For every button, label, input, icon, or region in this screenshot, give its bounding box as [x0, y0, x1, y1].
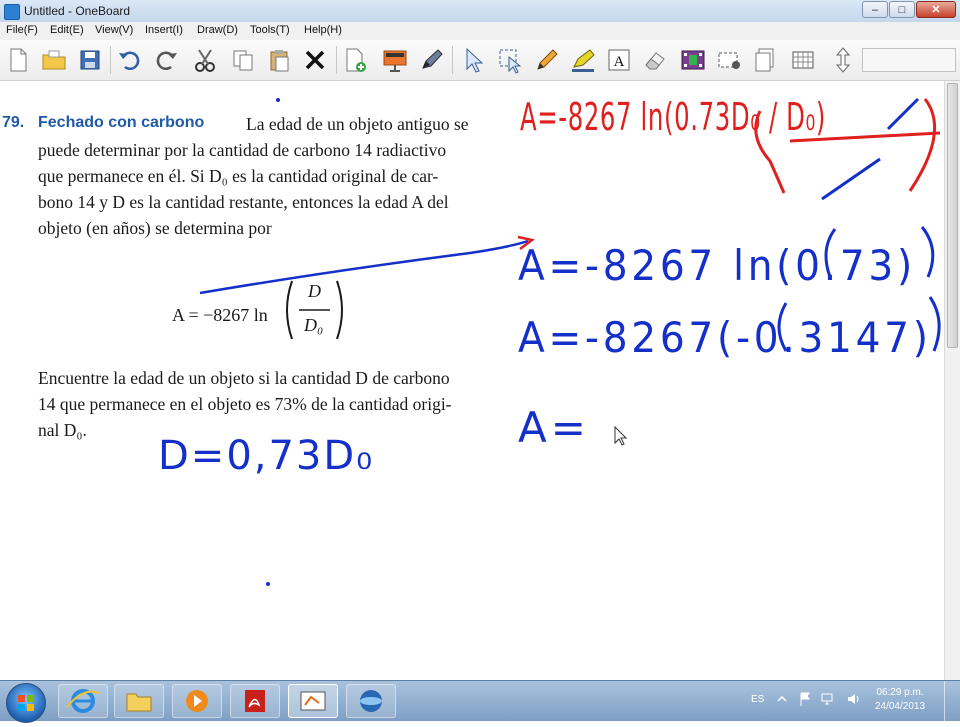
menu-edit[interactable]: Edit(E) — [50, 24, 84, 36]
pdf-reader-icon[interactable] — [230, 684, 280, 718]
delete-icon[interactable] — [300, 45, 330, 75]
grid-icon[interactable] — [788, 45, 818, 75]
vertical-scrollbar[interactable] — [944, 81, 960, 680]
redo-icon[interactable] — [152, 45, 182, 75]
file-explorer-icon[interactable] — [114, 684, 164, 718]
screen-capture-icon[interactable] — [714, 45, 744, 75]
oneboard-taskbar-icon[interactable] — [288, 684, 338, 718]
ink-dot — [276, 98, 280, 102]
action-center-flag-icon — [800, 692, 810, 706]
media-player-icon[interactable] — [172, 684, 222, 718]
taskbar: ES 06:29 p.m. 24/04/2013 — [0, 680, 960, 723]
close-button[interactable]: ✕ — [916, 1, 956, 18]
window-title: Untitled - OneBoard — [24, 4, 131, 18]
svg-text:A: A — [614, 54, 625, 70]
new-page-icon[interactable] — [3, 45, 33, 75]
volume-icon — [848, 694, 859, 704]
network-icon — [821, 693, 833, 705]
eraser-icon[interactable] — [640, 45, 670, 75]
text-icon[interactable]: A — [604, 45, 634, 75]
minimize-button[interactable]: – — [862, 1, 888, 18]
app-globe-icon[interactable] — [346, 684, 396, 718]
handwritten-blue-line-3: A= — [518, 403, 590, 452]
toolbar-separator — [452, 46, 453, 74]
toolbar-empty-field[interactable] — [862, 48, 956, 72]
maximize-button[interactable]: □ — [889, 1, 915, 18]
ink-arrow-stroke — [199, 239, 529, 295]
ink-dot — [266, 582, 270, 586]
internet-explorer-icon[interactable] — [58, 684, 108, 718]
pen-icon[interactable] — [532, 45, 562, 75]
menu-file[interactable]: File(F) — [6, 24, 38, 36]
select-arrow-icon[interactable] — [458, 45, 488, 75]
windows-logo-icon — [18, 695, 34, 711]
ink-blue-cancel-bottom — [821, 157, 881, 201]
select-region-icon[interactable] — [495, 45, 525, 75]
copy-icon[interactable] — [228, 45, 258, 75]
toolbar-separator — [110, 46, 111, 74]
start-button[interactable] — [6, 683, 46, 723]
scrollbar-thumb[interactable] — [947, 83, 958, 348]
menu-view[interactable]: View(V) — [95, 24, 133, 36]
toolbar-separator — [336, 46, 337, 74]
cut-icon[interactable] — [190, 45, 220, 75]
ink-layer — [199, 97, 941, 586]
page-layout-icon[interactable] — [750, 45, 780, 75]
menu-insert[interactable]: Insert(I) — [145, 24, 183, 36]
ink-blue-cancel-top — [886, 97, 920, 131]
video-icon[interactable] — [678, 45, 708, 75]
handwritten-blue-line-2: A=-8267(-0.3147) — [518, 313, 932, 362]
mouse-cursor — [614, 425, 628, 446]
show-desktop-button[interactable] — [944, 681, 960, 721]
undo-icon[interactable] — [114, 45, 144, 75]
menu-tools[interactable]: Tools(T) — [250, 24, 290, 36]
marker-icon[interactable] — [416, 45, 446, 75]
whiteboard-canvas[interactable]: 79. Fechado con carbono La edad de un ob… — [0, 81, 944, 680]
menu-help[interactable]: Help(H) — [304, 24, 342, 36]
tray-time[interactable]: 06:29 p.m. — [872, 687, 928, 698]
language-indicator[interactable]: ES — [751, 694, 764, 705]
handwritten-blue-line-1: A=-8267 ln(0.73) — [518, 241, 916, 290]
handwritten-red-equation: A=-8267 ln(0.73D₀ / D₀) — [520, 95, 827, 139]
title-bar: Untitled - OneBoard – □ ✕ — [0, 0, 960, 23]
scroll-icon[interactable] — [828, 45, 858, 75]
menu-draw[interactable]: Draw(D) — [197, 24, 238, 36]
highlighter-icon[interactable] — [568, 45, 598, 75]
open-folder-icon[interactable] — [39, 45, 69, 75]
slide-icon[interactable] — [380, 45, 410, 75]
menu-bar: File(F) Edit(E) View(V) Insert(I) Draw(D… — [0, 22, 960, 40]
save-icon[interactable] — [75, 45, 105, 75]
handwritten-d-value: D=0,73D₀ — [158, 433, 375, 479]
oneboard-app-icon — [4, 4, 20, 20]
tray-date[interactable]: 24/04/2013 — [872, 701, 928, 712]
tray-up-arrow-icon — [777, 695, 787, 702]
ink-red-right-paren — [908, 98, 937, 192]
add-page-icon[interactable] — [340, 45, 370, 75]
paste-icon[interactable] — [264, 45, 294, 75]
ink-blue-paren — [920, 226, 935, 278]
toolbar: A — [0, 40, 960, 81]
